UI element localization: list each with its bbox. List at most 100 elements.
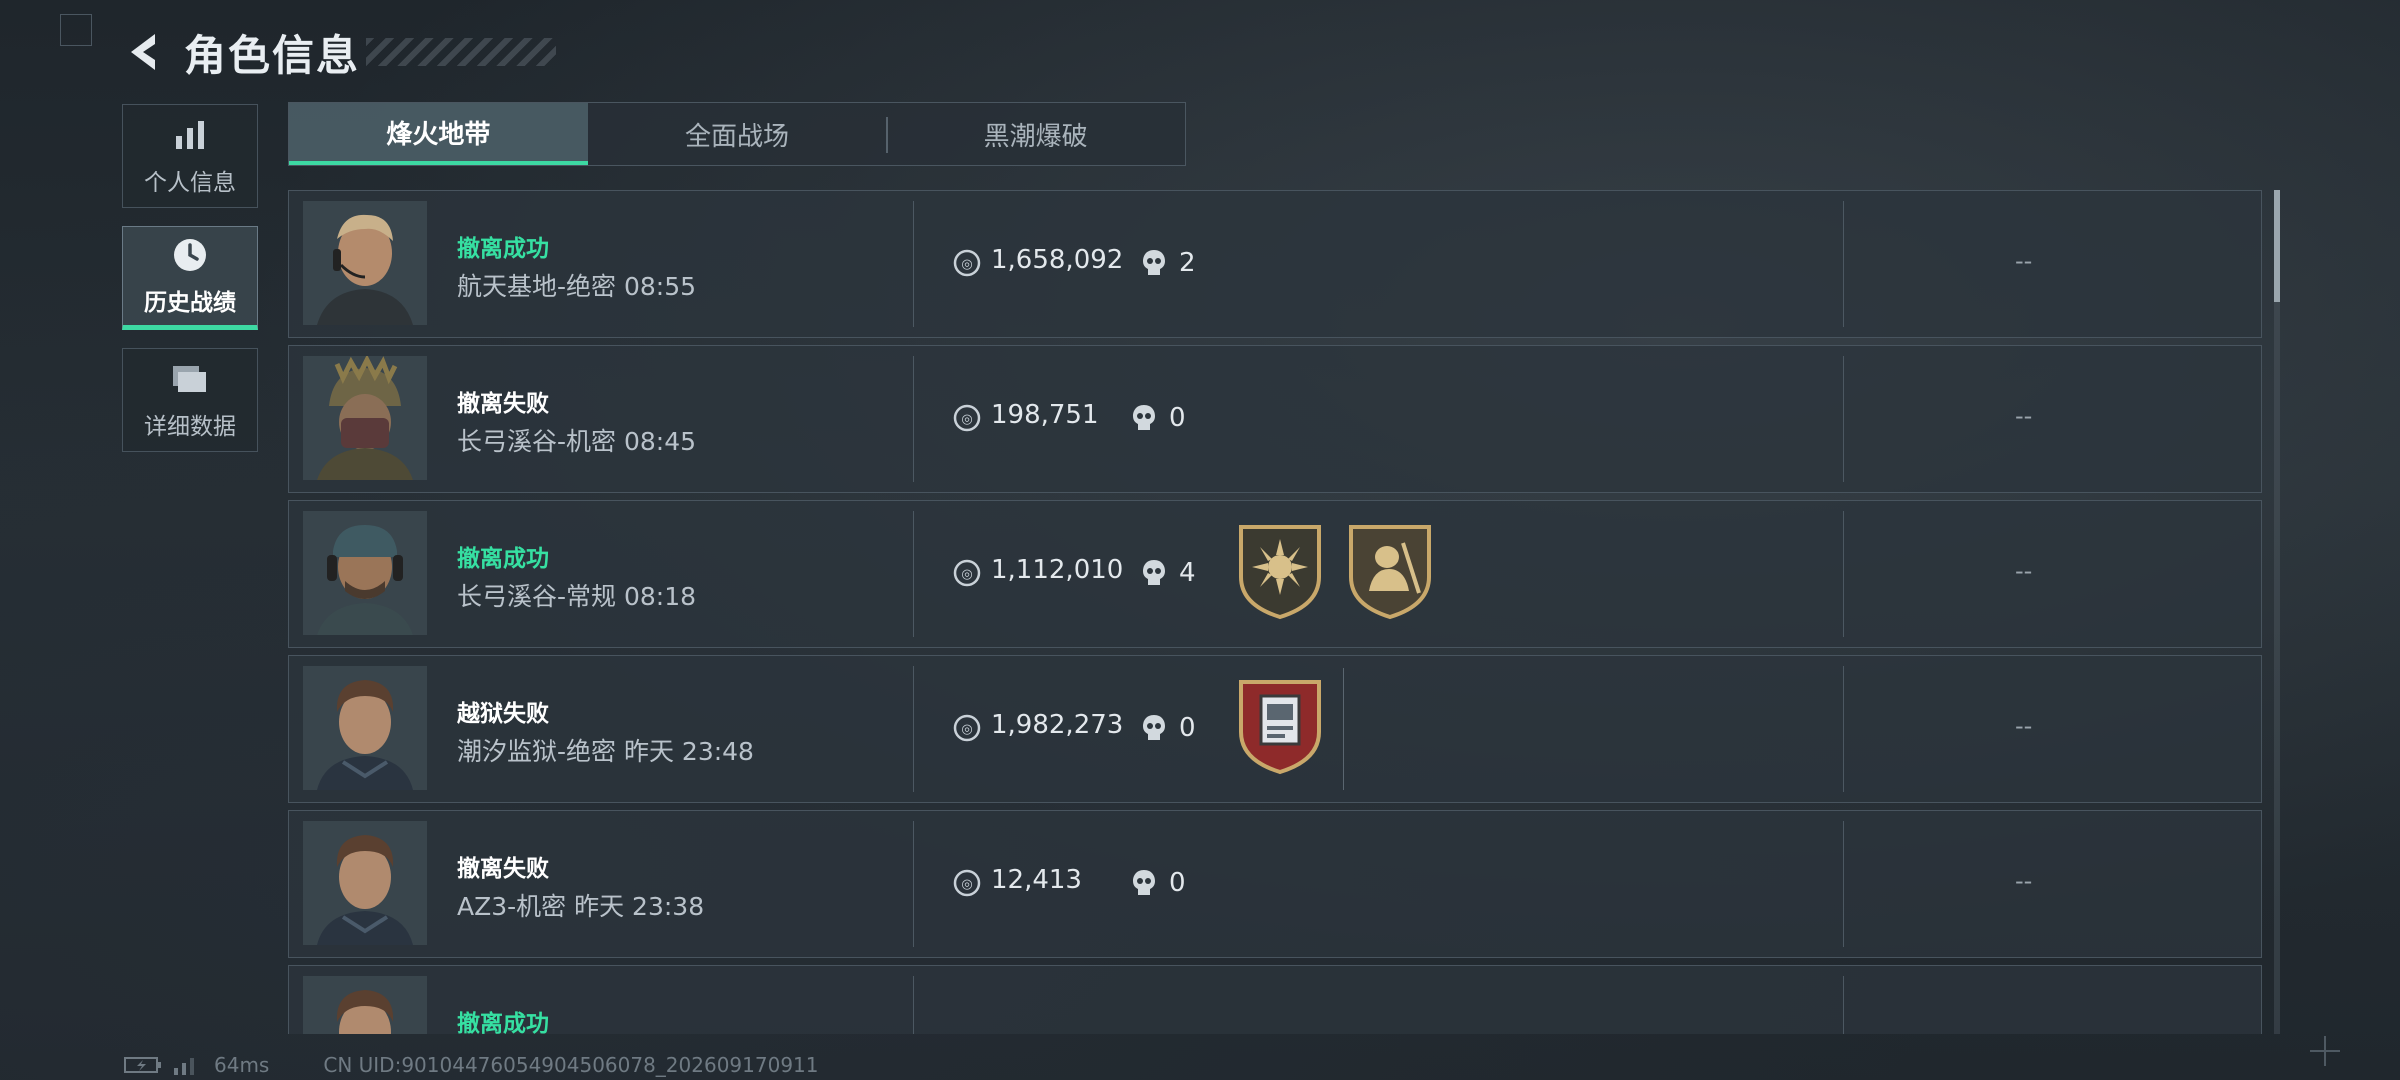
skull-icon: [1143, 715, 1165, 740]
svg-text:◎: ◎: [961, 722, 972, 737]
column-divider: [1843, 356, 1844, 482]
back-button[interactable]: [120, 27, 170, 77]
match-status: 撤离成功: [457, 546, 549, 572]
match-map-time: 航天基地-绝密 08:55: [457, 272, 697, 301]
sidenav-label: 详细数据: [144, 414, 236, 440]
page-title: 角色信息: [184, 30, 361, 80]
badge-divider: [1343, 668, 1344, 790]
operator-avatar: [303, 201, 427, 325]
match-status: 撤离成功: [457, 236, 549, 262]
loot-value: 198,751: [991, 400, 1099, 430]
operator-avatar: [303, 976, 427, 1034]
kill-count: 0: [1141, 713, 1196, 743]
loot-value: 1,658,092: [991, 245, 1124, 275]
kill-number: 4: [1179, 558, 1196, 588]
result-placeholder: --: [2015, 247, 2033, 275]
match-map-time: 潮汐监狱-绝密 昨天 23:48: [457, 737, 754, 766]
column-divider: [913, 976, 914, 1034]
column-divider: [913, 201, 914, 327]
column-divider: [1843, 666, 1844, 792]
operator-avatar: [303, 666, 427, 790]
kill-count: 2: [1141, 248, 1196, 278]
tab-black-tide[interactable]: 黑潮爆破: [886, 103, 1185, 165]
sidenav-item-personal-info[interactable]: 个人信息: [122, 104, 258, 208]
column-divider: [913, 356, 914, 482]
currency-icon: ◎: [953, 869, 981, 897]
skull-icon: [1143, 250, 1165, 275]
match-row[interactable]: 越狱失败 潮汐监狱-绝密 昨天 23:48 ◎ 1,982,273 0 --: [288, 655, 2262, 803]
title-decoration: [366, 38, 557, 66]
column-divider: [1843, 511, 1844, 637]
match-row[interactable]: 撤离成功 航天基地-绝密 08:55 ◎ 1,658,092 2 --: [288, 190, 2262, 338]
column-divider: [1843, 201, 1844, 327]
result-placeholder: --: [2015, 402, 2033, 430]
kill-number: 0: [1179, 713, 1196, 743]
scrollbar-thumb[interactable]: [2274, 190, 2280, 302]
sidenav-label: 历史战绩: [144, 290, 236, 316]
match-status: 撤离成功: [457, 1011, 549, 1034]
operator-avatar: [303, 511, 427, 635]
ping-text: 64ms: [214, 1053, 270, 1077]
result-placeholder: --: [2015, 557, 2033, 585]
kill-number: 0: [1169, 403, 1186, 433]
operator-avatar: [303, 821, 427, 945]
uid-text: CN UID:9010447605490450607​8_20260917091…: [323, 1053, 819, 1077]
signal-icon: [174, 1058, 194, 1075]
loot-value: 1,982,273: [991, 710, 1124, 740]
prison-card-badge-icon[interactable]: [1235, 676, 1325, 776]
skull-icon: [1133, 870, 1155, 895]
tab-full-battlefield[interactable]: 全面战场: [588, 103, 887, 165]
crosshair-icon: [2310, 1036, 2340, 1066]
svg-text:◎: ◎: [961, 412, 972, 427]
match-map-time: 长弓溪谷-常规 08:18: [457, 582, 697, 611]
result-placeholder: --: [2015, 867, 2033, 895]
match-row[interactable]: 撤离成功: [288, 965, 2262, 1034]
currency-icon: ◎: [953, 714, 981, 742]
sun-emblem-badge-icon[interactable]: [1235, 521, 1325, 621]
result-placeholder: --: [2015, 712, 2033, 740]
soldier-emblem-badge-icon[interactable]: [1345, 521, 1435, 621]
svg-text:◎: ◎: [961, 257, 972, 272]
kill-number: 0: [1169, 868, 1186, 898]
skull-icon: [1133, 405, 1155, 430]
match-row[interactable]: 撤离失败 长弓溪谷-机密 08:45 ◎ 198,751 0 --: [288, 345, 2262, 493]
tab-warzone[interactable]: 烽火地带: [289, 103, 588, 165]
kill-count: 0: [1131, 868, 1186, 898]
match-row[interactable]: 撤离成功 长弓溪谷-常规 08:18 ◎ 1,112,010 4 --: [288, 500, 2262, 648]
match-status: 撤离失败: [457, 391, 549, 417]
corner-marker: [60, 14, 92, 46]
match-row[interactable]: 撤离失败 AZ3-机密 昨天 23:38 ◎ 12,413 0 --: [288, 810, 2262, 958]
match-map-time: AZ3-机密 昨天 23:38: [457, 892, 705, 921]
column-divider: [913, 666, 914, 792]
currency-icon: ◎: [953, 249, 981, 277]
currency-icon: ◎: [953, 559, 981, 587]
sidenav-item-history[interactable]: 历史战绩: [122, 226, 258, 330]
match-map-time: 长弓溪谷-机密 08:45: [457, 427, 697, 456]
battery-charging-icon: [124, 1057, 161, 1073]
sidenav-item-detailed-data[interactable]: 详细数据: [122, 348, 258, 452]
clock-icon: [170, 235, 210, 275]
loot-value: 1,112,010: [991, 555, 1124, 585]
back-arrow-icon: [131, 34, 155, 70]
match-status: 越狱失败: [457, 701, 549, 727]
match-status: 撤离失败: [457, 856, 549, 882]
folder-icon: [170, 359, 210, 399]
kill-count: 4: [1141, 558, 1196, 588]
bar-chart-icon: [170, 115, 210, 155]
column-divider: [1843, 821, 1844, 947]
match-history-list[interactable]: 撤离成功 航天基地-绝密 08:55 ◎ 1,658,092 2 -- 撤离失败…: [288, 190, 2262, 1034]
column-divider: [913, 511, 914, 637]
loot-value: 12,413: [991, 865, 1082, 895]
sidenav-label: 个人信息: [144, 170, 236, 196]
kill-number: 2: [1179, 248, 1196, 278]
svg-text:◎: ◎: [961, 567, 972, 582]
operator-avatar: [303, 356, 427, 480]
list-scrollbar[interactable]: [2274, 190, 2280, 1034]
page-header: 角色信息: [120, 22, 557, 82]
kill-count: 0: [1131, 403, 1186, 433]
currency-icon: ◎: [953, 404, 981, 432]
side-nav: 个人信息 历史战绩 详细数据: [122, 104, 260, 470]
skull-icon: [1143, 560, 1165, 585]
column-divider: [1843, 976, 1844, 1034]
column-divider: [913, 821, 914, 947]
